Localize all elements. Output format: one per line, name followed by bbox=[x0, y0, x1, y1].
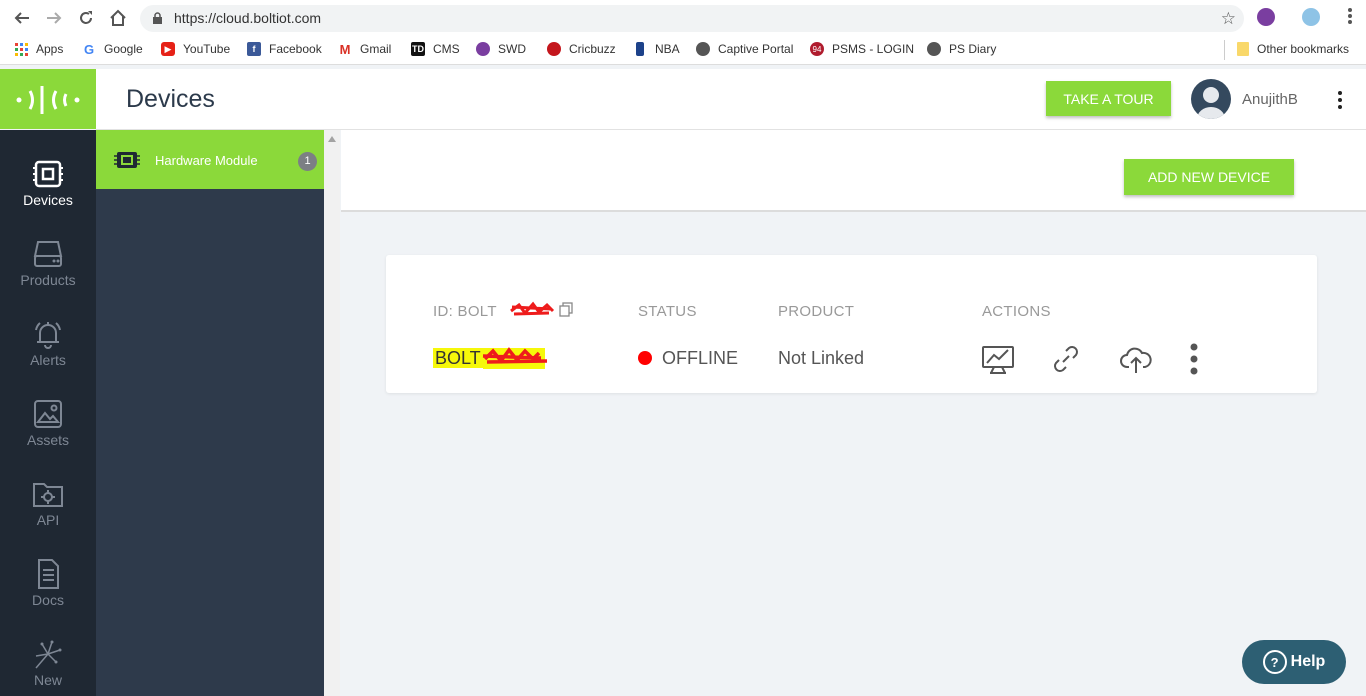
forward-icon[interactable] bbox=[44, 8, 64, 28]
facebook-icon: f bbox=[247, 42, 261, 56]
chip-icon bbox=[33, 160, 63, 188]
help-button[interactable]: ? Help bbox=[1242, 640, 1346, 684]
psms-icon: 94 bbox=[810, 42, 824, 56]
browser-menu-icon[interactable] bbox=[1348, 8, 1352, 26]
folder-icon bbox=[1237, 42, 1249, 56]
hardware-module-item[interactable]: Hardware Module 1 bbox=[96, 130, 324, 189]
nav-item-products[interactable]: Products bbox=[0, 210, 96, 290]
bookmark-cms[interactable]: TD CMS bbox=[411, 42, 460, 56]
product-value: Not Linked bbox=[778, 348, 865, 368]
bookmark-gmail[interactable]: M Gmail bbox=[338, 41, 392, 57]
back-icon[interactable] bbox=[12, 8, 32, 28]
bolt-logo[interactable] bbox=[0, 69, 96, 129]
redaction-scribble bbox=[482, 347, 548, 364]
home-icon[interactable] bbox=[108, 8, 128, 28]
bookmark-ps-diary[interactable]: PS Diary bbox=[927, 42, 996, 56]
scroll-up-icon[interactable] bbox=[328, 136, 336, 142]
device-type-panel: Hardware Module 1 bbox=[96, 130, 324, 696]
main-toolbar: ADD NEW DEVICE bbox=[341, 130, 1366, 212]
image-icon bbox=[34, 400, 62, 428]
extension-icon[interactable] bbox=[1257, 8, 1275, 26]
device-id[interactable]: BOLT bbox=[433, 347, 548, 369]
status-text: OFFLINE bbox=[662, 348, 739, 368]
page-title: Devices bbox=[126, 85, 215, 113]
drive-icon bbox=[33, 241, 63, 267]
hardware-module-label: Hardware Module bbox=[155, 153, 258, 168]
bookmark-facebook[interactable]: f Facebook bbox=[247, 42, 322, 56]
nav-item-api[interactable]: API bbox=[0, 450, 96, 530]
take-tour-button[interactable]: TAKE A TOUR bbox=[1046, 81, 1171, 116]
bell-icon bbox=[35, 322, 61, 349]
bookmark-youtube[interactable]: ▶ YouTube bbox=[161, 42, 230, 56]
cloud-upload-icon[interactable] bbox=[1118, 341, 1154, 377]
other-bookmarks[interactable]: Other bookmarks bbox=[1237, 42, 1349, 56]
device-card: ID: BOLT STATUS PRODUCT ACTIONS BOLT OFF… bbox=[386, 255, 1317, 393]
gmail-icon: M bbox=[339, 41, 351, 57]
more-vertical-icon[interactable] bbox=[1176, 341, 1212, 377]
nav-item-devices[interactable]: Devices bbox=[0, 130, 96, 210]
bookmark-nba[interactable]: NBA bbox=[633, 42, 680, 56]
actions-header: ACTIONS bbox=[982, 303, 1051, 320]
profile-icon[interactable] bbox=[1302, 8, 1320, 26]
apps-grid-icon bbox=[14, 42, 28, 56]
lock-icon bbox=[152, 12, 163, 30]
link-icon[interactable] bbox=[1048, 341, 1084, 377]
folder-gear-icon bbox=[33, 483, 63, 507]
bookmark-google[interactable]: G Google bbox=[82, 41, 143, 57]
device-id-header: ID: BOLT bbox=[433, 301, 573, 320]
google-icon: G bbox=[83, 41, 95, 57]
chart-icon[interactable] bbox=[980, 341, 1016, 377]
redaction-scribble bbox=[510, 301, 555, 316]
status-dot bbox=[638, 351, 652, 365]
nav-item-docs[interactable]: Docs bbox=[0, 530, 96, 610]
nav-item-assets[interactable]: Assets bbox=[0, 370, 96, 450]
address-bar[interactable]: https://cloud.boltiot.com ☆ bbox=[140, 5, 1244, 32]
bookmark-cricbuzz[interactable]: Cricbuzz bbox=[547, 42, 616, 56]
cricbuzz-icon bbox=[547, 42, 561, 56]
bookmark-star-icon[interactable]: ☆ bbox=[1221, 9, 1236, 29]
copy-icon[interactable] bbox=[559, 302, 573, 317]
device-count-badge: 1 bbox=[298, 152, 317, 171]
username[interactable]: AnujithB bbox=[1242, 91, 1298, 108]
nav-item-new[interactable]: New bbox=[0, 610, 96, 690]
sparkle-icon bbox=[35, 640, 62, 669]
status-indicator: OFFLINE bbox=[638, 348, 738, 369]
add-new-device-button[interactable]: ADD NEW DEVICE bbox=[1124, 159, 1294, 195]
header-menu-icon[interactable] bbox=[1338, 91, 1342, 112]
bookmark-psms[interactable]: 94 PSMS - LOGIN bbox=[810, 42, 914, 56]
document-icon bbox=[38, 559, 59, 589]
bookmarks-separator bbox=[1224, 40, 1225, 60]
app-header: Devices TAKE A TOUR AnujithB bbox=[96, 69, 1366, 130]
td-icon: TD bbox=[411, 42, 425, 56]
left-nav: Devices Products Alerts Assets API Docs … bbox=[0, 130, 96, 696]
reload-icon[interactable] bbox=[76, 8, 96, 28]
status-header: STATUS bbox=[638, 303, 697, 320]
swd-icon bbox=[476, 42, 490, 56]
bookmark-swd[interactable]: SWD bbox=[476, 42, 526, 56]
bookmark-apps[interactable]: Apps bbox=[14, 42, 63, 56]
browser-toolbar: https://cloud.boltiot.com ☆ bbox=[0, 0, 1366, 36]
bookmark-captive-portal[interactable]: Captive Portal bbox=[696, 42, 793, 56]
panel-scrollbar[interactable] bbox=[324, 130, 340, 696]
hardware-module-icon bbox=[114, 152, 140, 168]
globe-icon bbox=[696, 42, 710, 56]
product-header: PRODUCT bbox=[778, 303, 855, 320]
nav-item-alerts[interactable]: Alerts bbox=[0, 290, 96, 370]
nba-icon bbox=[636, 42, 644, 56]
avatar[interactable] bbox=[1191, 79, 1231, 119]
url-text: https://cloud.boltiot.com bbox=[174, 10, 322, 26]
question-icon: ? bbox=[1262, 650, 1287, 674]
globe-icon bbox=[927, 42, 941, 56]
bookmarks-bar: Apps G Google ▶ YouTube f Facebook M Gma… bbox=[0, 36, 1366, 65]
youtube-icon: ▶ bbox=[161, 42, 175, 56]
